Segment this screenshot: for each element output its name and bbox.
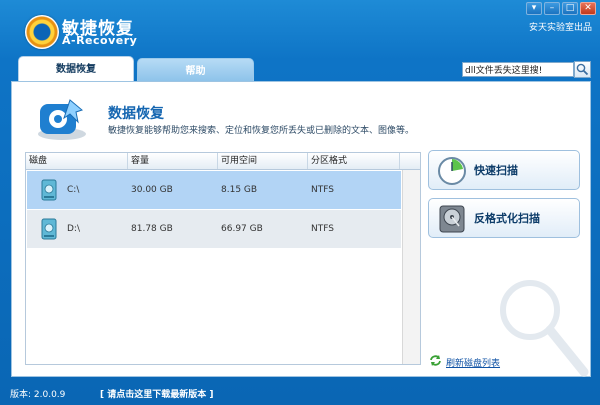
page-title: 数据恢复: [108, 106, 164, 122]
disk-free: 66.97 GB: [221, 224, 263, 234]
disk-format: NTFS: [311, 224, 334, 234]
disk-capacity: 81.78 GB: [131, 224, 173, 234]
column-format[interactable]: 分区格式: [308, 153, 400, 169]
search-input[interactable]: [462, 62, 574, 77]
unformat-scan-button[interactable]: 反格式化扫描: [428, 198, 580, 238]
search-button[interactable]: [574, 61, 591, 78]
version-label: 版本: 2.0.0.9: [10, 390, 66, 400]
column-free-space[interactable]: 可用空间: [218, 153, 308, 169]
tab-help[interactable]: 帮助: [137, 58, 254, 81]
close-button[interactable]: ✕: [580, 2, 596, 15]
refresh-disk-list-link[interactable]: 刷新磁盘列表: [446, 356, 500, 369]
menu-button[interactable]: ▾: [526, 2, 542, 15]
maximize-button[interactable]: □: [562, 2, 578, 15]
window-controls: ▾ – □ ✕: [526, 2, 596, 15]
disk-name: C:\: [67, 185, 80, 195]
disk-table: 磁盘 容量 可用空间 分区格式 C:\ 30.00 GB 8.15 GB NTF…: [25, 152, 421, 365]
column-capacity[interactable]: 容量: [128, 153, 218, 169]
disk-name: D:\: [67, 224, 80, 234]
publisher-label: 安天实验室出品: [528, 23, 592, 33]
magnifier-watermark-icon: [500, 280, 589, 377]
tab-data-recovery[interactable]: 数据恢复: [18, 56, 134, 81]
app-subtitle: A-Recovery: [62, 34, 138, 47]
disk-capacity: 30.00 GB: [131, 185, 173, 195]
quick-scan-label: 快速扫描: [474, 164, 518, 177]
table-row[interactable]: D:\ 81.78 GB 66.97 GB NTFS: [27, 210, 401, 248]
unformat-scan-label: 反格式化扫描: [474, 212, 540, 225]
table-header: 磁盘 容量 可用空间 分区格式: [26, 153, 420, 170]
table-row[interactable]: C:\ 30.00 GB 8.15 GB NTFS: [27, 171, 401, 209]
search-icon: [576, 63, 589, 76]
clock-icon: [438, 157, 466, 185]
recovery-disk-icon: [38, 99, 86, 140]
hard-disk-icon: [439, 205, 465, 233]
disk-free: 8.15 GB: [221, 185, 258, 195]
disk-format: NTFS: [311, 185, 334, 195]
quick-scan-button[interactable]: 快速扫描: [428, 150, 580, 190]
download-update-link[interactable]: [ 请点击这里下载最新版本 ]: [100, 387, 214, 400]
page-description: 敏捷恢复能够帮助您来搜索、定位和恢复您所丢失或已删除的文本、图像等。: [108, 126, 415, 136]
drive-icon: [41, 218, 57, 240]
table-scrollbar[interactable]: [402, 170, 420, 364]
refresh-icon: [430, 355, 441, 366]
column-disk[interactable]: 磁盘: [26, 153, 128, 169]
app-window: ▾ – □ ✕ 敏捷恢复 A-Recovery 安天实验室出品 数据恢复 帮助 …: [0, 0, 600, 405]
minimize-button[interactable]: –: [544, 2, 560, 15]
app-logo-icon: [25, 15, 59, 49]
drive-icon: [41, 179, 57, 201]
